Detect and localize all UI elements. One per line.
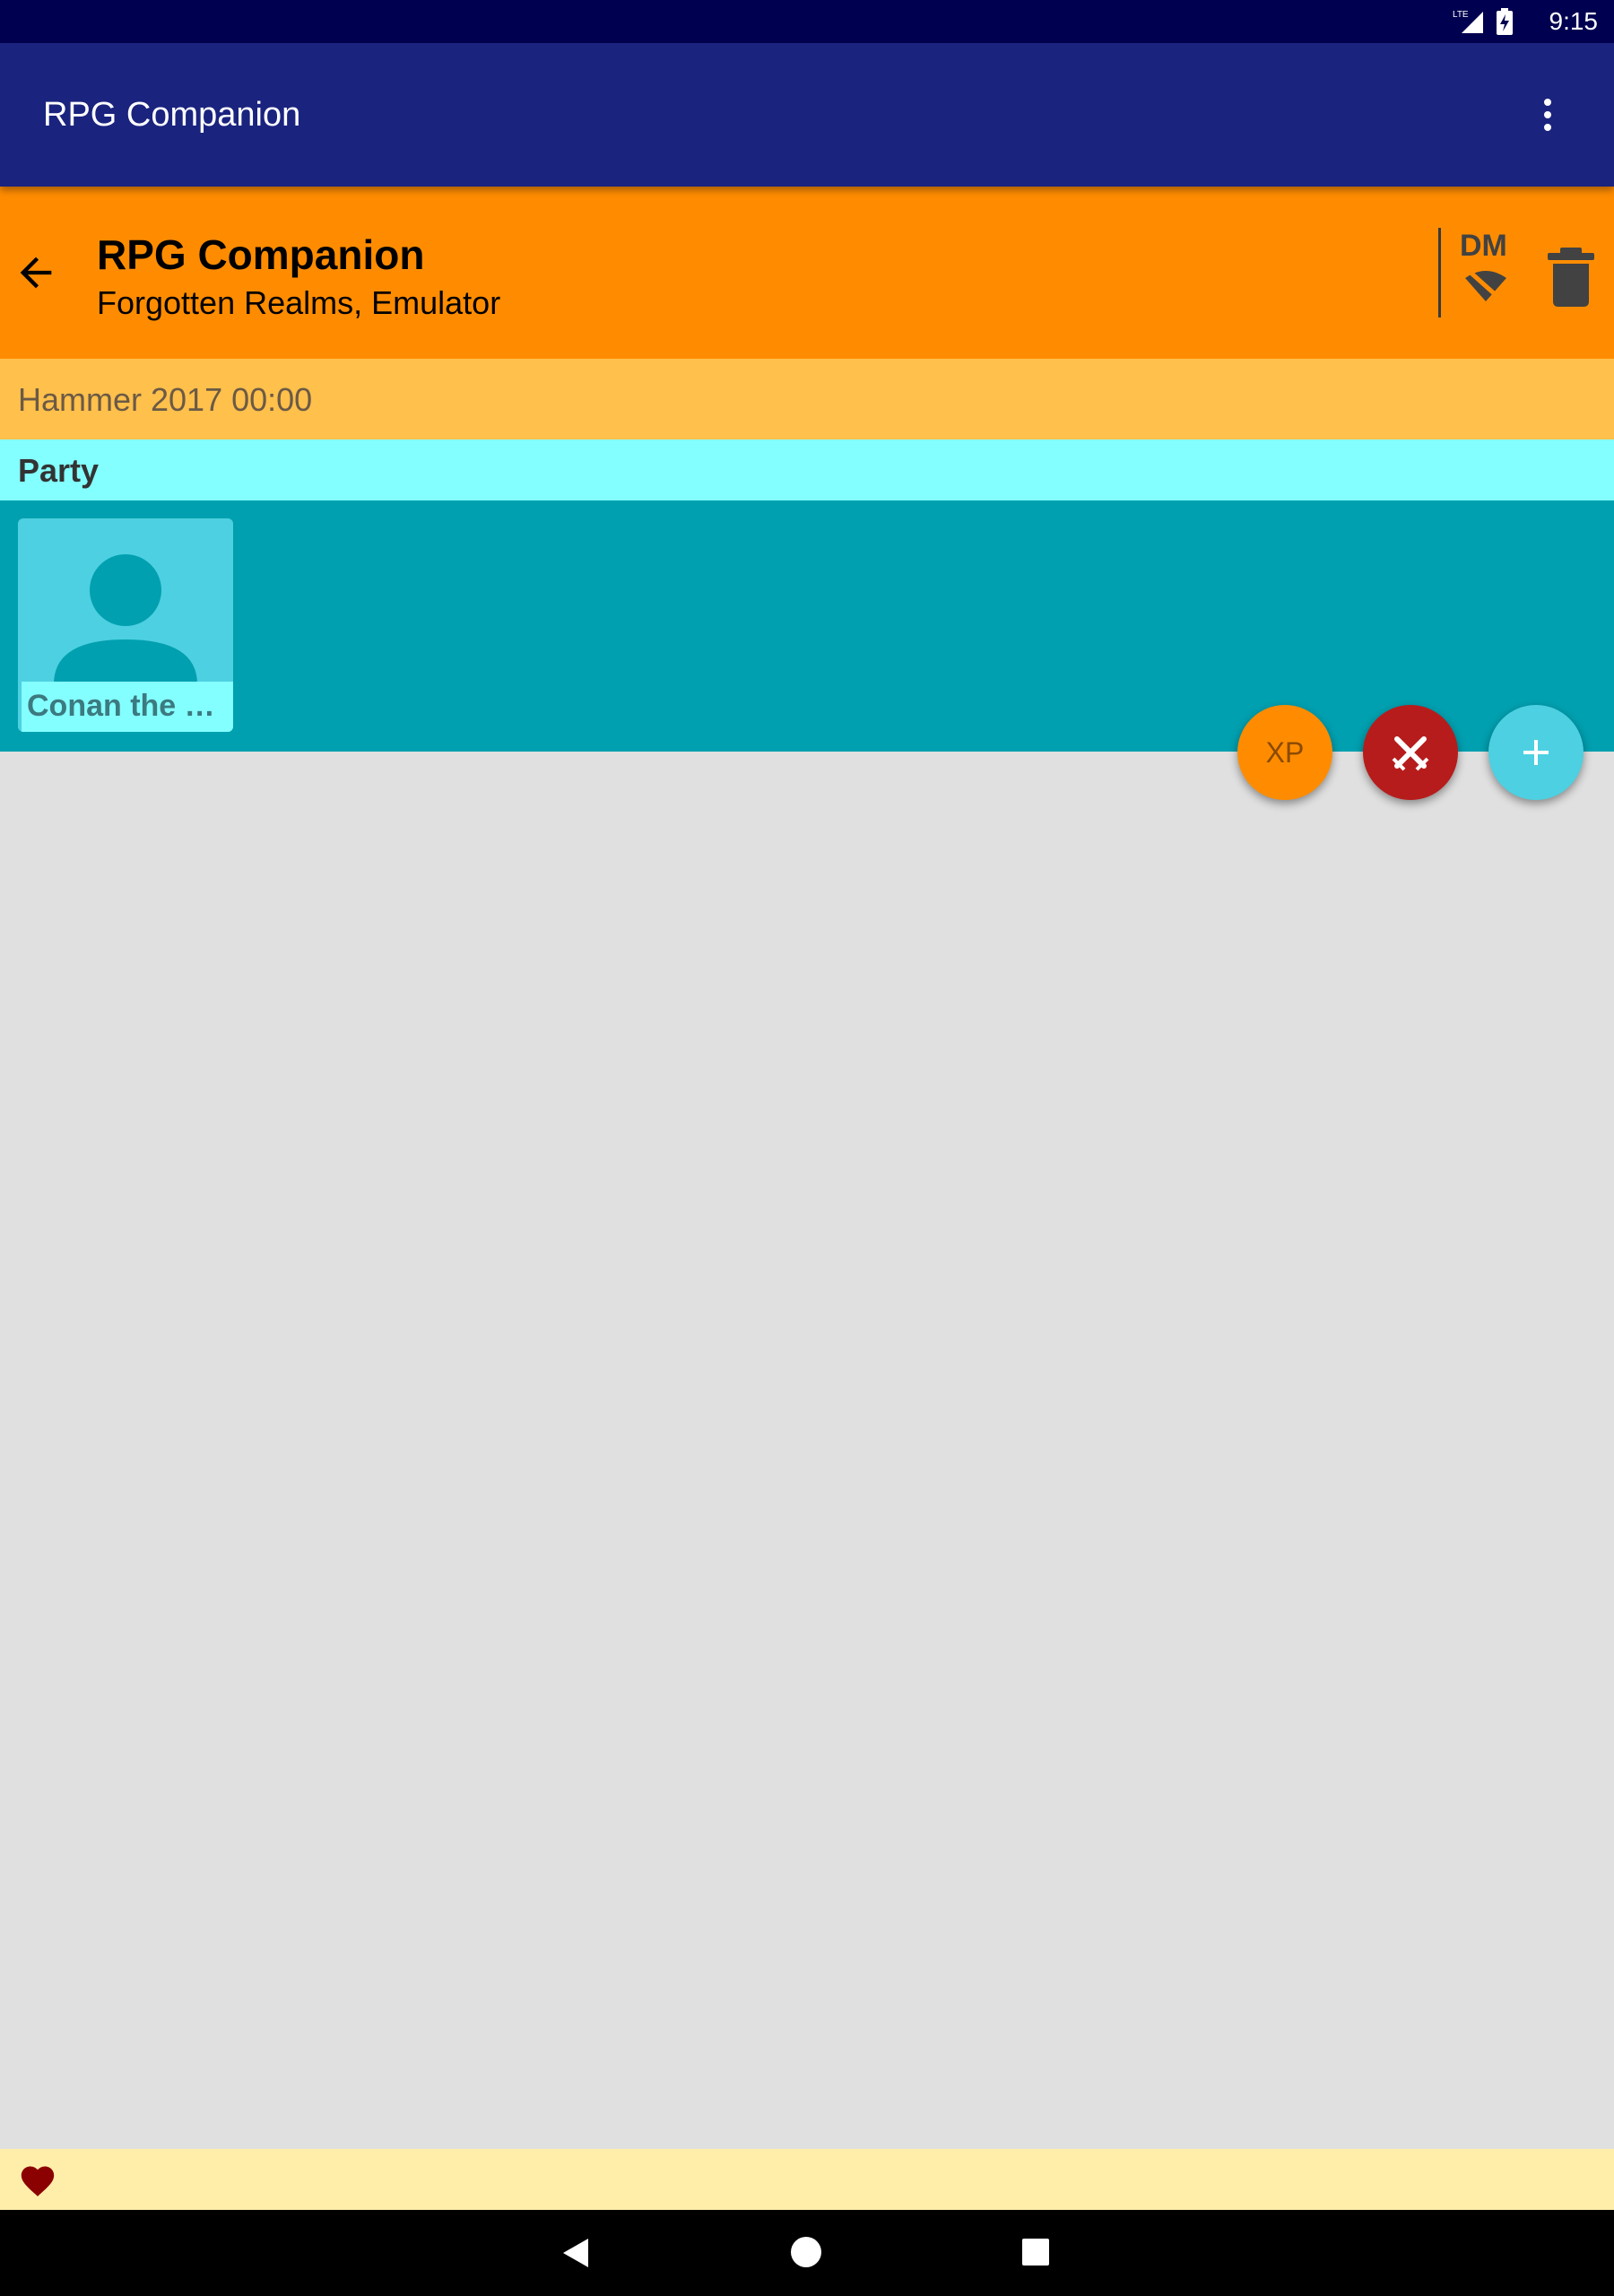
overflow-menu-icon[interactable] <box>1528 93 1567 136</box>
session-header: RPG Companion Forgotten Realms, Emulator… <box>0 187 1614 359</box>
dm-toggle-button[interactable]: DM <box>1453 228 1517 326</box>
heart-icon[interactable] <box>18 2161 57 2197</box>
app-bar: RPG Companion <box>0 43 1614 187</box>
session-title: RPG Companion <box>97 231 425 278</box>
status-time: 9:15 <box>1549 7 1599 35</box>
combat-button[interactable] <box>1363 705 1458 800</box>
nav-back-icon[interactable] <box>561 2237 590 2269</box>
session-subtitle: Forgotten Realms, Emulator <box>97 284 501 321</box>
svg-text:LTE: LTE <box>1453 10 1469 20</box>
dm-label: DM <box>1460 229 1507 263</box>
status-icons: LTE <box>1453 7 1514 36</box>
lte-signal-icon: LTE <box>1453 10 1483 33</box>
battery-charging-icon <box>1497 8 1513 35</box>
back-arrow-icon[interactable] <box>13 249 59 296</box>
trash-icon[interactable] <box>1544 246 1598 309</box>
party-header: Party <box>0 439 1614 500</box>
wifi-off-icon <box>1465 269 1506 303</box>
crossed-swords-icon <box>1392 736 1429 771</box>
character-name: Conan the B… <box>27 689 224 723</box>
app-title: RPG Companion <box>43 96 301 134</box>
xp-label: XP <box>1265 735 1305 769</box>
plus-icon <box>1523 740 1549 765</box>
header-divider <box>1438 228 1441 317</box>
date-text: Hammer 2017 00:00 <box>18 381 313 418</box>
party-label: Party <box>18 452 100 489</box>
nav-recents-icon[interactable] <box>1022 2239 1049 2266</box>
xp-button[interactable]: XP <box>1237 705 1332 800</box>
character-card[interactable]: Conan the B… <box>18 518 233 732</box>
bottom-bar <box>0 2149 1614 2210</box>
add-character-button[interactable] <box>1488 705 1584 800</box>
nav-home-icon[interactable] <box>791 2237 821 2267</box>
party-area: Conan the B… <box>0 500 1614 752</box>
person-avatar-icon <box>54 554 197 684</box>
navigation-bar <box>0 2210 1614 2296</box>
date-row[interactable]: Hammer 2017 00:00 <box>0 359 1614 439</box>
status-bar: LTE 9:15 <box>0 0 1614 43</box>
